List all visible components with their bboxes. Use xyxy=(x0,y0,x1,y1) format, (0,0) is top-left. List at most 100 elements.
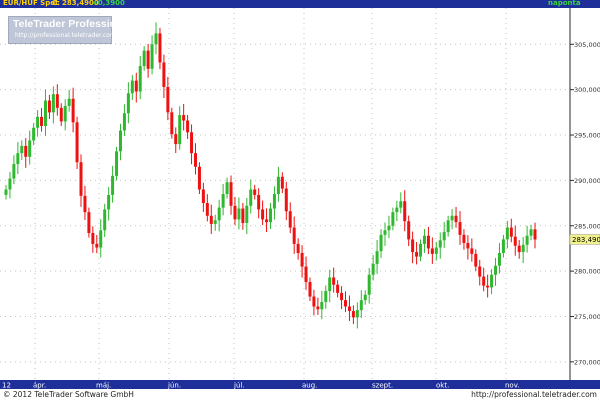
candle-body xyxy=(407,221,411,240)
candle-body xyxy=(150,44,154,69)
candle-body xyxy=(111,175,115,195)
candle-body xyxy=(138,66,142,92)
candle-body xyxy=(280,176,284,189)
x-axis-bar: 12 ápr. máj. jún. júl. aug. szept. okt. nov. xyxy=(0,380,600,390)
candle-body xyxy=(190,132,194,154)
candle-body xyxy=(205,203,209,216)
candle-body xyxy=(47,100,51,113)
candle-body xyxy=(533,229,537,240)
candle-body xyxy=(154,33,158,45)
candle-body xyxy=(482,276,486,286)
footer-url: http://professional.teletrader.com xyxy=(471,390,597,399)
candle-body xyxy=(115,151,119,176)
candle-body xyxy=(8,178,12,190)
x-tick-label: jún. xyxy=(167,382,181,390)
candle-body xyxy=(63,105,67,122)
logo-url: http://professional.teletrader.com xyxy=(15,32,116,39)
candle-body xyxy=(162,62,166,87)
candle-body xyxy=(28,140,32,157)
candle-body xyxy=(225,182,229,194)
candle-body xyxy=(411,239,415,253)
candle-body xyxy=(99,230,103,248)
candle-body xyxy=(146,50,150,69)
candle-body xyxy=(478,266,482,277)
candle-body xyxy=(142,50,146,67)
candle-body xyxy=(67,98,71,106)
candle-body xyxy=(351,311,355,318)
last-price-tag: 283,4900 xyxy=(569,234,600,245)
candle-body xyxy=(446,220,450,233)
candle-body xyxy=(284,188,288,212)
y-tick-label: 285,0000 xyxy=(574,222,600,230)
candle-body xyxy=(55,94,59,108)
candle-body xyxy=(521,244,525,253)
candle-body xyxy=(383,230,387,235)
candle-body xyxy=(501,239,505,253)
candle-body xyxy=(12,164,16,179)
candle-body xyxy=(174,134,178,145)
logo-title: TeleTrader Professional xyxy=(13,18,132,30)
candle-body xyxy=(272,194,276,209)
x-tick-label: okt. xyxy=(436,382,449,390)
x-tick-label: szept. xyxy=(372,382,393,390)
x-tick-label: nov. xyxy=(505,382,520,390)
candle-body xyxy=(344,300,348,307)
candle-body xyxy=(430,248,434,254)
candle-body xyxy=(462,234,466,243)
candle-body xyxy=(249,189,253,206)
candle-body xyxy=(237,208,241,220)
candle-body xyxy=(83,195,87,213)
candle-body xyxy=(51,94,55,113)
candle-body xyxy=(490,274,494,288)
candle-body xyxy=(186,120,190,133)
candle-body xyxy=(308,282,312,297)
candle-body xyxy=(419,243,423,257)
y-axis-panel xyxy=(570,8,600,380)
candle-body xyxy=(261,209,265,220)
candle-body xyxy=(103,209,107,231)
candle-body xyxy=(71,98,75,123)
candle-body xyxy=(304,266,308,283)
candle-body xyxy=(442,232,446,241)
candle-body xyxy=(403,201,407,222)
candle-body xyxy=(257,194,261,210)
candle-body xyxy=(300,252,304,267)
candle-body xyxy=(391,212,395,226)
candle-body xyxy=(107,194,111,210)
instrument-name: EUR/HUF Spot xyxy=(3,0,59,7)
candle-body xyxy=(276,176,280,194)
candle-body xyxy=(201,189,205,204)
candle-body xyxy=(340,292,344,301)
candle-body xyxy=(288,211,292,228)
candle-body xyxy=(466,242,470,249)
candle-body xyxy=(91,233,95,244)
candle-body xyxy=(375,251,379,264)
candle-body xyxy=(509,227,513,237)
candle-body xyxy=(296,243,300,253)
candle-body xyxy=(118,130,122,152)
price-chart[interactable]: 270,0000 275,0000 280,0000 285,0000 290,0000… xyxy=(0,8,600,380)
candle-body xyxy=(395,207,399,213)
candle-body xyxy=(213,220,217,224)
candle-body xyxy=(529,229,533,236)
candle-body xyxy=(75,122,79,163)
y-tick-label: 295,0000 xyxy=(574,132,600,140)
candle-body xyxy=(233,205,237,220)
candle-body xyxy=(517,245,521,253)
candle-body xyxy=(40,116,44,126)
y-tick-label: 275,0000 xyxy=(574,313,600,321)
x-axis: 12 ápr. máj. jún. júl. aug. szept. okt. nov. xyxy=(2,382,520,390)
footer: © 2012 TeleTrader Software GmbH http://p… xyxy=(0,389,600,400)
candle-body xyxy=(43,100,47,126)
candle-body xyxy=(387,225,391,231)
candle-body xyxy=(59,107,63,122)
candle-body xyxy=(182,115,186,121)
candle-body xyxy=(36,116,40,128)
candle-body xyxy=(197,166,201,190)
candle-body xyxy=(422,235,426,244)
candle-body xyxy=(241,208,245,224)
candle-body xyxy=(269,208,272,223)
candle-body xyxy=(20,145,24,154)
copyright: © 2012 TeleTrader Software GmbH xyxy=(3,390,134,399)
chart-header-bar: EUR/HUF Spot C: 283,4900 +0,3900 naponta xyxy=(0,0,600,8)
